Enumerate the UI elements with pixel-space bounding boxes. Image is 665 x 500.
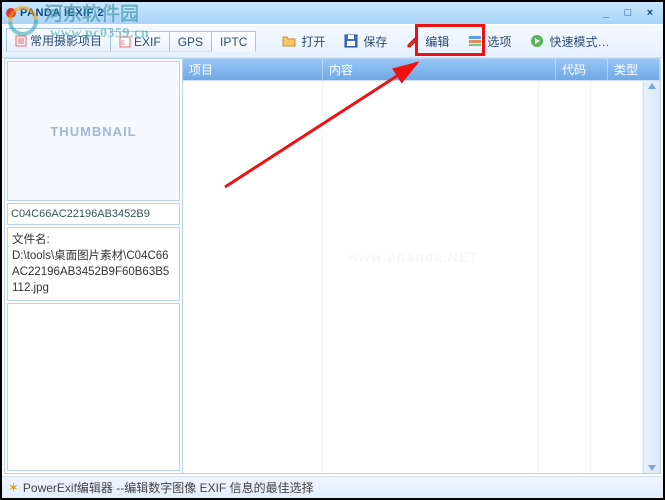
folder-open-icon [281,33,297,49]
scroll-up-icon [647,81,657,91]
tab-label: GPS [178,35,203,49]
tab-gps[interactable]: GPS [169,31,212,52]
column-header-code[interactable]: 代码 [556,59,608,80]
file-id-text: C04C66AC22196AB3452B9 [11,208,150,220]
button-label: 打开 [301,33,325,50]
toolbar-buttons: 打开 保存 编辑 选项 [273,29,617,54]
titlebar: PANDA IEXIF 2 _ □ × [2,2,663,24]
file-info-box: 文件名: D:\tools\桌面图片素材\C04C66AC22196AB3452… [7,227,180,301]
column-header-content[interactable]: 内容 [323,59,556,80]
checklist-icon [15,35,27,47]
open-button[interactable]: 打开 [273,29,333,54]
tab-iptc[interactable]: IPTC [211,31,256,52]
exif-icon: E [119,36,131,48]
toolbar-row: 常用摄影项目 E EXIF GPS IPTC 打开 [2,24,663,58]
tab-label: 常用摄影项目 [30,32,102,49]
grid-header: 项目 内容 代码 类型 [183,59,660,81]
grid-watermark: www.opanda.NET [347,249,479,265]
edit-icon [405,33,421,49]
spark-icon: ✶ [8,480,19,496]
minimize-button[interactable]: _ [597,5,615,20]
floppy-icon [343,33,359,49]
button-label: 保存 [363,33,387,50]
file-path-text: D:\tools\桌面图片素材\C04C66AC22196AB3452B9F60… [12,248,175,296]
right-pane: 项目 内容 代码 类型 www.opanda.NET [183,59,660,473]
svg-text:E: E [121,41,125,47]
vertical-scrollbar[interactable] [643,81,660,473]
column-header-type[interactable]: 类型 [608,59,660,80]
body-area: THUMBNAIL C04C66AC22196AB3452B9 文件名: D:\… [4,58,661,474]
file-name-label: 文件名: [12,232,175,248]
left-pane: THUMBNAIL C04C66AC22196AB3452B9 文件名: D:\… [5,59,183,473]
app-title: PANDA IEXIF 2 [20,7,104,19]
options-icon [467,33,483,49]
button-label: 编辑 [425,33,449,50]
options-button[interactable]: 选项 [459,29,519,54]
statusbar: ✶ PowerExif编辑器 --编辑数字图像 EXIF 信息的最佳选择 [2,476,663,498]
left-spacer [7,303,180,471]
tab-label: EXIF [134,35,161,49]
tab-label: IPTC [220,35,247,49]
status-text: PowerExif编辑器 --编辑数字图像 EXIF 信息的最佳选择 [23,479,314,496]
button-label: 选项 [487,33,511,50]
column-header-item[interactable]: 项目 [183,59,323,80]
save-button[interactable]: 保存 [335,29,395,54]
app-icon [6,8,16,18]
tabstrip: 常用摄影项目 E EXIF GPS IPTC [6,30,255,52]
arrow-right-icon [529,33,545,49]
button-label: 快速模式… [549,33,609,50]
file-id-box: C04C66AC22196AB3452B9 [7,203,180,225]
window-controls: _ □ × [597,5,659,20]
scroll-down-icon [647,463,657,473]
close-button[interactable]: × [641,5,659,20]
quick-mode-button[interactable]: 快速模式… [521,29,617,54]
thumbnail-box: THUMBNAIL [7,61,180,201]
edit-button[interactable]: 编辑 [397,29,457,54]
tab-common-photo[interactable]: 常用摄影项目 [6,28,111,52]
maximize-button[interactable]: □ [619,5,637,20]
tab-exif[interactable]: E EXIF [110,31,170,52]
thumbnail-label: THUMBNAIL [50,124,136,139]
grid-body: www.opanda.NET [183,81,643,473]
